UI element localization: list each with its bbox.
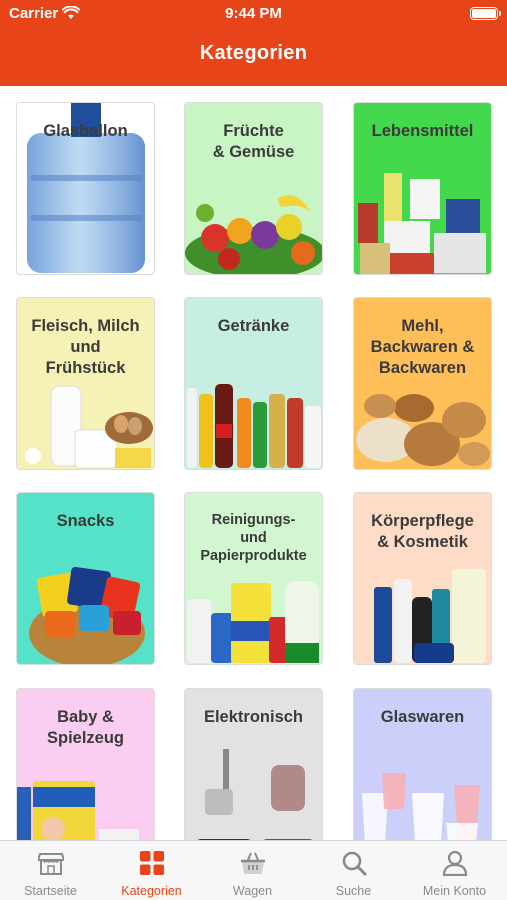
category-card-elektronisch[interactable]: Elektronisch [184, 688, 323, 840]
category-label: Getränke [217, 317, 290, 335]
tab-suche[interactable]: Suche [303, 841, 404, 900]
tab-label: Startseite [24, 884, 77, 898]
category-grid: Glasballon Früchte & Gemüse Lebensmittel… [0, 86, 507, 840]
clock: 9:44 PM [225, 5, 282, 22]
tab-wagen[interactable]: Wagen [202, 841, 303, 900]
category-label: Snacks [56, 512, 115, 530]
status-bar: Carrier 9:44 PM [0, 0, 507, 28]
category-card-reinigung[interactable]: Reinigungs-und Papierprodukte [184, 492, 323, 665]
category-label: Lebensmittel [371, 122, 474, 140]
battery-icon [470, 7, 501, 20]
category-card-baby[interactable]: Baby & Spielzeug [16, 688, 155, 840]
category-label: Früchte & Gemüse [212, 122, 295, 161]
page-title: Kategorien [199, 42, 308, 64]
tab-label: Kategorien [121, 884, 182, 898]
category-card-snacks[interactable]: Snacks [16, 492, 155, 665]
tab-label: Suche [335, 884, 372, 898]
category-label: Glasballon [43, 122, 128, 140]
category-card-mehl-backwaren[interactable]: Mehl, Backwaren & Backwaren [353, 297, 492, 470]
category-label: Mehl, Backwaren & Backwaren [370, 317, 475, 377]
basket-icon [241, 852, 265, 874]
category-card-koerperpflege[interactable]: Körperpflege & Kosmetik [353, 492, 492, 665]
tab-label: Wagen [232, 884, 273, 898]
grid-icon [140, 851, 164, 875]
tab-bar: Startseite Kategorien Wagen Suche Mein K… [0, 840, 507, 900]
category-label: Elektronisch [203, 708, 304, 726]
category-card-lebensmittel[interactable]: Lebensmittel [353, 102, 492, 275]
category-card-glasballon[interactable]: Glasballon [16, 102, 155, 275]
tab-kategorien[interactable]: Kategorien [101, 841, 202, 900]
category-label: Glaswaren [380, 708, 465, 726]
search-icon [342, 851, 367, 876]
category-label: Reinigungs-und Papierprodukte [200, 512, 307, 564]
tab-mein-konto[interactable]: Mein Konto [404, 841, 505, 900]
tab-startseite[interactable]: Startseite [0, 841, 101, 900]
user-icon [442, 850, 468, 876]
store-icon [38, 853, 64, 875]
category-label: Fleisch, Milch und Frühstück [31, 317, 140, 377]
category-card-fleisch-milch[interactable]: Fleisch, Milch und Frühstück [16, 297, 155, 470]
category-card-fruechte[interactable]: Früchte & Gemüse [184, 102, 323, 275]
category-card-glaswaren[interactable]: Glaswaren [353, 688, 492, 840]
category-label: Körperpflege & Kosmetik [371, 512, 474, 551]
category-label: Baby & Spielzeug [46, 708, 124, 747]
category-card-getraenke[interactable]: Getränke [184, 297, 323, 470]
tab-label: Mein Konto [422, 884, 487, 898]
app-header: Carrier 9:44 PM Kategorien [0, 0, 507, 86]
